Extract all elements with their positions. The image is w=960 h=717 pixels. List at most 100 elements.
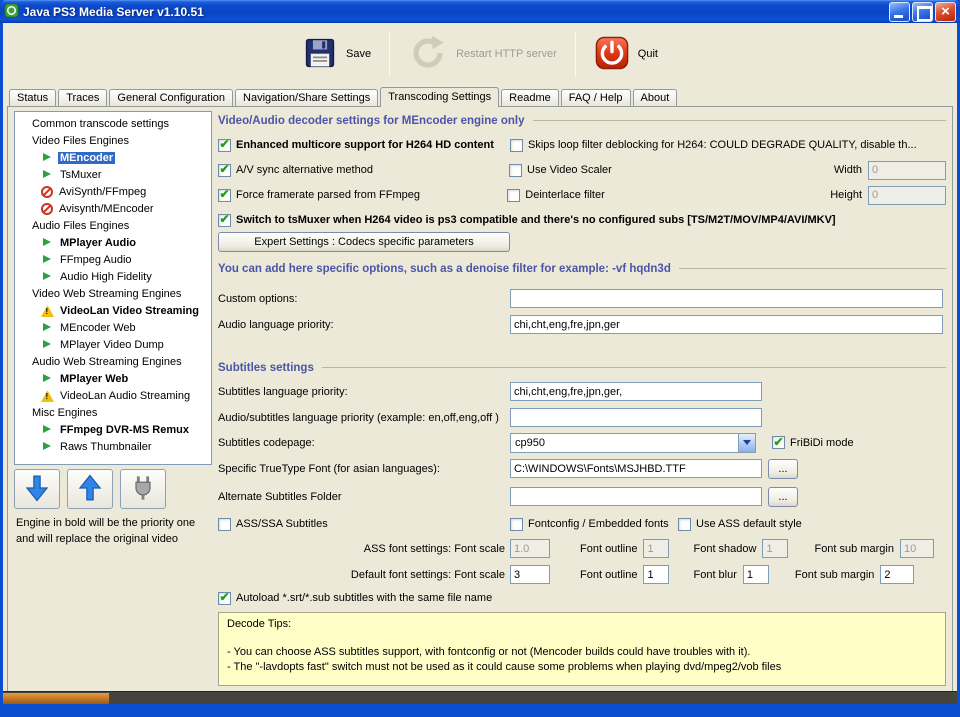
av-sync-checkbox[interactable] xyxy=(218,164,231,177)
tree-category-misc-engines[interactable]: Misc Engines xyxy=(15,404,211,421)
tab-bar: Status Traces General Configuration Navi… xyxy=(7,86,953,106)
audio-language-priority-label: Audio language priority: xyxy=(218,319,510,331)
save-button[interactable]: Save xyxy=(296,32,377,77)
tab-navigation-share-settings[interactable]: Navigation/Share Settings xyxy=(235,89,378,106)
engine-enabled-icon xyxy=(41,423,54,436)
tab-transcoding-settings[interactable]: Transcoding Settings xyxy=(380,87,499,107)
video-scaler-checkbox[interactable] xyxy=(509,164,522,177)
tree-item-raws-thumbnailer[interactable]: Raws Thumbnailer xyxy=(15,438,211,455)
tree-item-tsmuxer[interactable]: TsMuxer xyxy=(15,166,211,183)
tree-item-mplayer-audio[interactable]: MPlayer Audio xyxy=(15,234,211,251)
toolbar: Save Restart HTTP server Quit xyxy=(3,23,957,85)
tree-item-mencoder-web[interactable]: MEncoder Web xyxy=(15,319,211,336)
move-engine-up-button[interactable] xyxy=(67,469,113,509)
ass-font-settings-label: ASS font settings: Font scale xyxy=(218,543,510,555)
ass-font-sub-margin-input[interactable] xyxy=(900,539,934,558)
default-font-scale-input[interactable] xyxy=(510,565,550,584)
ass-default-style-label: Use ASS default style xyxy=(696,518,802,530)
multicore-checkbox[interactable] xyxy=(218,139,231,152)
toolbar-separator xyxy=(575,31,576,77)
tree-item-videolan-video-streaming[interactable]: VideoLan Video Streaming xyxy=(15,302,211,319)
custom-options-label: Custom options: xyxy=(218,293,510,305)
skip-loop-filter-checkbox[interactable] xyxy=(510,139,523,152)
expert-settings-button[interactable]: Expert Settings : Codecs specific parame… xyxy=(218,232,510,252)
window-title: Java PS3 Media Server v1.10.51 xyxy=(23,5,887,19)
subtitles-codepage-value: cp950 xyxy=(511,437,738,449)
width-label: Width xyxy=(834,164,862,176)
subtitles-codepage-select[interactable]: cp950 xyxy=(510,433,756,453)
tree-item-common-transcode-settings[interactable]: Common transcode settings xyxy=(15,115,211,132)
audio-subtitles-priority-label: Audio/subtitles language priority (examp… xyxy=(218,412,510,424)
deinterlace-checkbox[interactable] xyxy=(507,189,520,202)
tab-general-configuration[interactable]: General Configuration xyxy=(109,89,233,106)
ass-font-scale-input[interactable] xyxy=(510,539,550,558)
close-button[interactable] xyxy=(935,2,956,22)
tree-category-video-web-streaming-engines[interactable]: Video Web Streaming Engines xyxy=(15,285,211,302)
fontconfig-checkbox[interactable] xyxy=(510,518,523,531)
quit-button[interactable]: Quit xyxy=(588,32,664,77)
tree-item-mplayer-web[interactable]: MPlayer Web xyxy=(15,370,211,387)
engine-enabled-icon xyxy=(41,440,54,453)
ass-ssa-checkbox[interactable] xyxy=(218,518,231,531)
switch-tsmuxer-checkbox[interactable] xyxy=(218,214,231,227)
tab-faq-help[interactable]: FAQ / Help xyxy=(561,89,631,106)
fribidi-checkbox[interactable] xyxy=(772,436,785,449)
ass-font-outline-input[interactable] xyxy=(643,539,669,558)
tree-item-mencoder[interactable]: MEncoder xyxy=(15,149,211,166)
deinterlace-label: Deinterlace filter xyxy=(525,189,604,201)
ass-font-shadow-label: Font shadow xyxy=(693,543,756,555)
ass-ssa-label: ASS/SSA Subtitles xyxy=(236,518,328,530)
ass-font-shadow-input[interactable] xyxy=(762,539,788,558)
browse-truetype-font-button[interactable]: ... xyxy=(768,459,798,479)
multicore-label: Enhanced multicore support for H264 HD c… xyxy=(236,139,494,151)
mencoder-settings-form: Video/Audio decoder settings for MEncode… xyxy=(218,113,946,686)
skip-loop-filter-label: Skips loop filter deblocking for H264: C… xyxy=(528,139,917,151)
video-scaler-label: Use Video Scaler xyxy=(527,164,612,176)
alternate-subtitles-folder-input[interactable] xyxy=(510,487,762,506)
height-label: Height xyxy=(830,189,862,201)
browse-subtitles-folder-button[interactable]: ... xyxy=(768,487,798,507)
tree-item-videolan-audio-streaming[interactable]: VideoLan Audio Streaming xyxy=(15,387,211,404)
maximize-button[interactable] xyxy=(912,2,933,22)
tree-category-audio-web-streaming-engines[interactable]: Audio Web Streaming Engines xyxy=(15,353,211,370)
ass-default-style-checkbox[interactable] xyxy=(678,518,691,531)
truetype-font-input[interactable] xyxy=(510,459,762,478)
width-input[interactable] xyxy=(868,161,946,180)
tree-item-audio-high-fidelity[interactable]: Audio High Fidelity xyxy=(15,268,211,285)
tree-item-avisynth-mencoder[interactable]: Avisynth/MEncoder xyxy=(15,200,211,217)
engine-enabled-icon xyxy=(41,270,54,283)
audio-subtitles-priority-input[interactable] xyxy=(510,408,762,427)
tree-item-avisynth-ffmpeg[interactable]: AviSynth/FFmpeg xyxy=(15,183,211,200)
toggle-engine-button[interactable] xyxy=(120,469,166,509)
section-header-subtitles: Subtitles settings xyxy=(218,360,946,375)
default-font-sub-margin-input[interactable] xyxy=(880,565,914,584)
engine-disabled-icon xyxy=(41,203,53,215)
fribidi-label: FriBiDi mode xyxy=(790,437,854,449)
minimize-button[interactable] xyxy=(889,2,910,22)
tree-category-audio-files-engines[interactable]: Audio Files Engines xyxy=(15,217,211,234)
fontconfig-label: Fontconfig / Embedded fonts xyxy=(528,518,669,530)
tree-category-video-files-engines[interactable]: Video Files Engines xyxy=(15,132,211,149)
tree-item-ffmpeg-audio[interactable]: FFmpeg Audio xyxy=(15,251,211,268)
default-font-blur-input[interactable] xyxy=(743,565,769,584)
tab-traces[interactable]: Traces xyxy=(58,89,107,106)
switch-tsmuxer-label: Switch to tsMuxer when H264 video is ps3… xyxy=(236,214,836,226)
default-font-outline-input[interactable] xyxy=(643,565,669,584)
move-engine-down-button[interactable] xyxy=(14,469,60,509)
restart-http-server-button[interactable]: Restart HTTP server xyxy=(402,31,563,78)
height-input[interactable] xyxy=(868,186,946,205)
force-framerate-checkbox[interactable] xyxy=(218,189,231,202)
tab-readme[interactable]: Readme xyxy=(501,89,559,106)
tab-status[interactable]: Status xyxy=(9,89,56,106)
av-sync-label: A/V sync alternative method xyxy=(236,164,373,176)
engine-enabled-icon xyxy=(41,372,54,385)
audio-language-priority-input[interactable] xyxy=(510,315,943,334)
custom-options-input[interactable] xyxy=(510,289,943,308)
tree-item-ffmpeg-dvrms-remux[interactable]: FFmpeg DVR-MS Remux xyxy=(15,421,211,438)
autoload-subtitles-checkbox[interactable] xyxy=(218,592,231,605)
tree-item-mplayer-video-dump[interactable]: MPlayer Video Dump xyxy=(15,336,211,353)
tab-about[interactable]: About xyxy=(633,89,678,106)
subtitles-language-priority-input[interactable] xyxy=(510,382,762,401)
subtitles-codepage-label: Subtitles codepage: xyxy=(218,437,510,449)
chevron-down-icon[interactable] xyxy=(738,434,755,452)
